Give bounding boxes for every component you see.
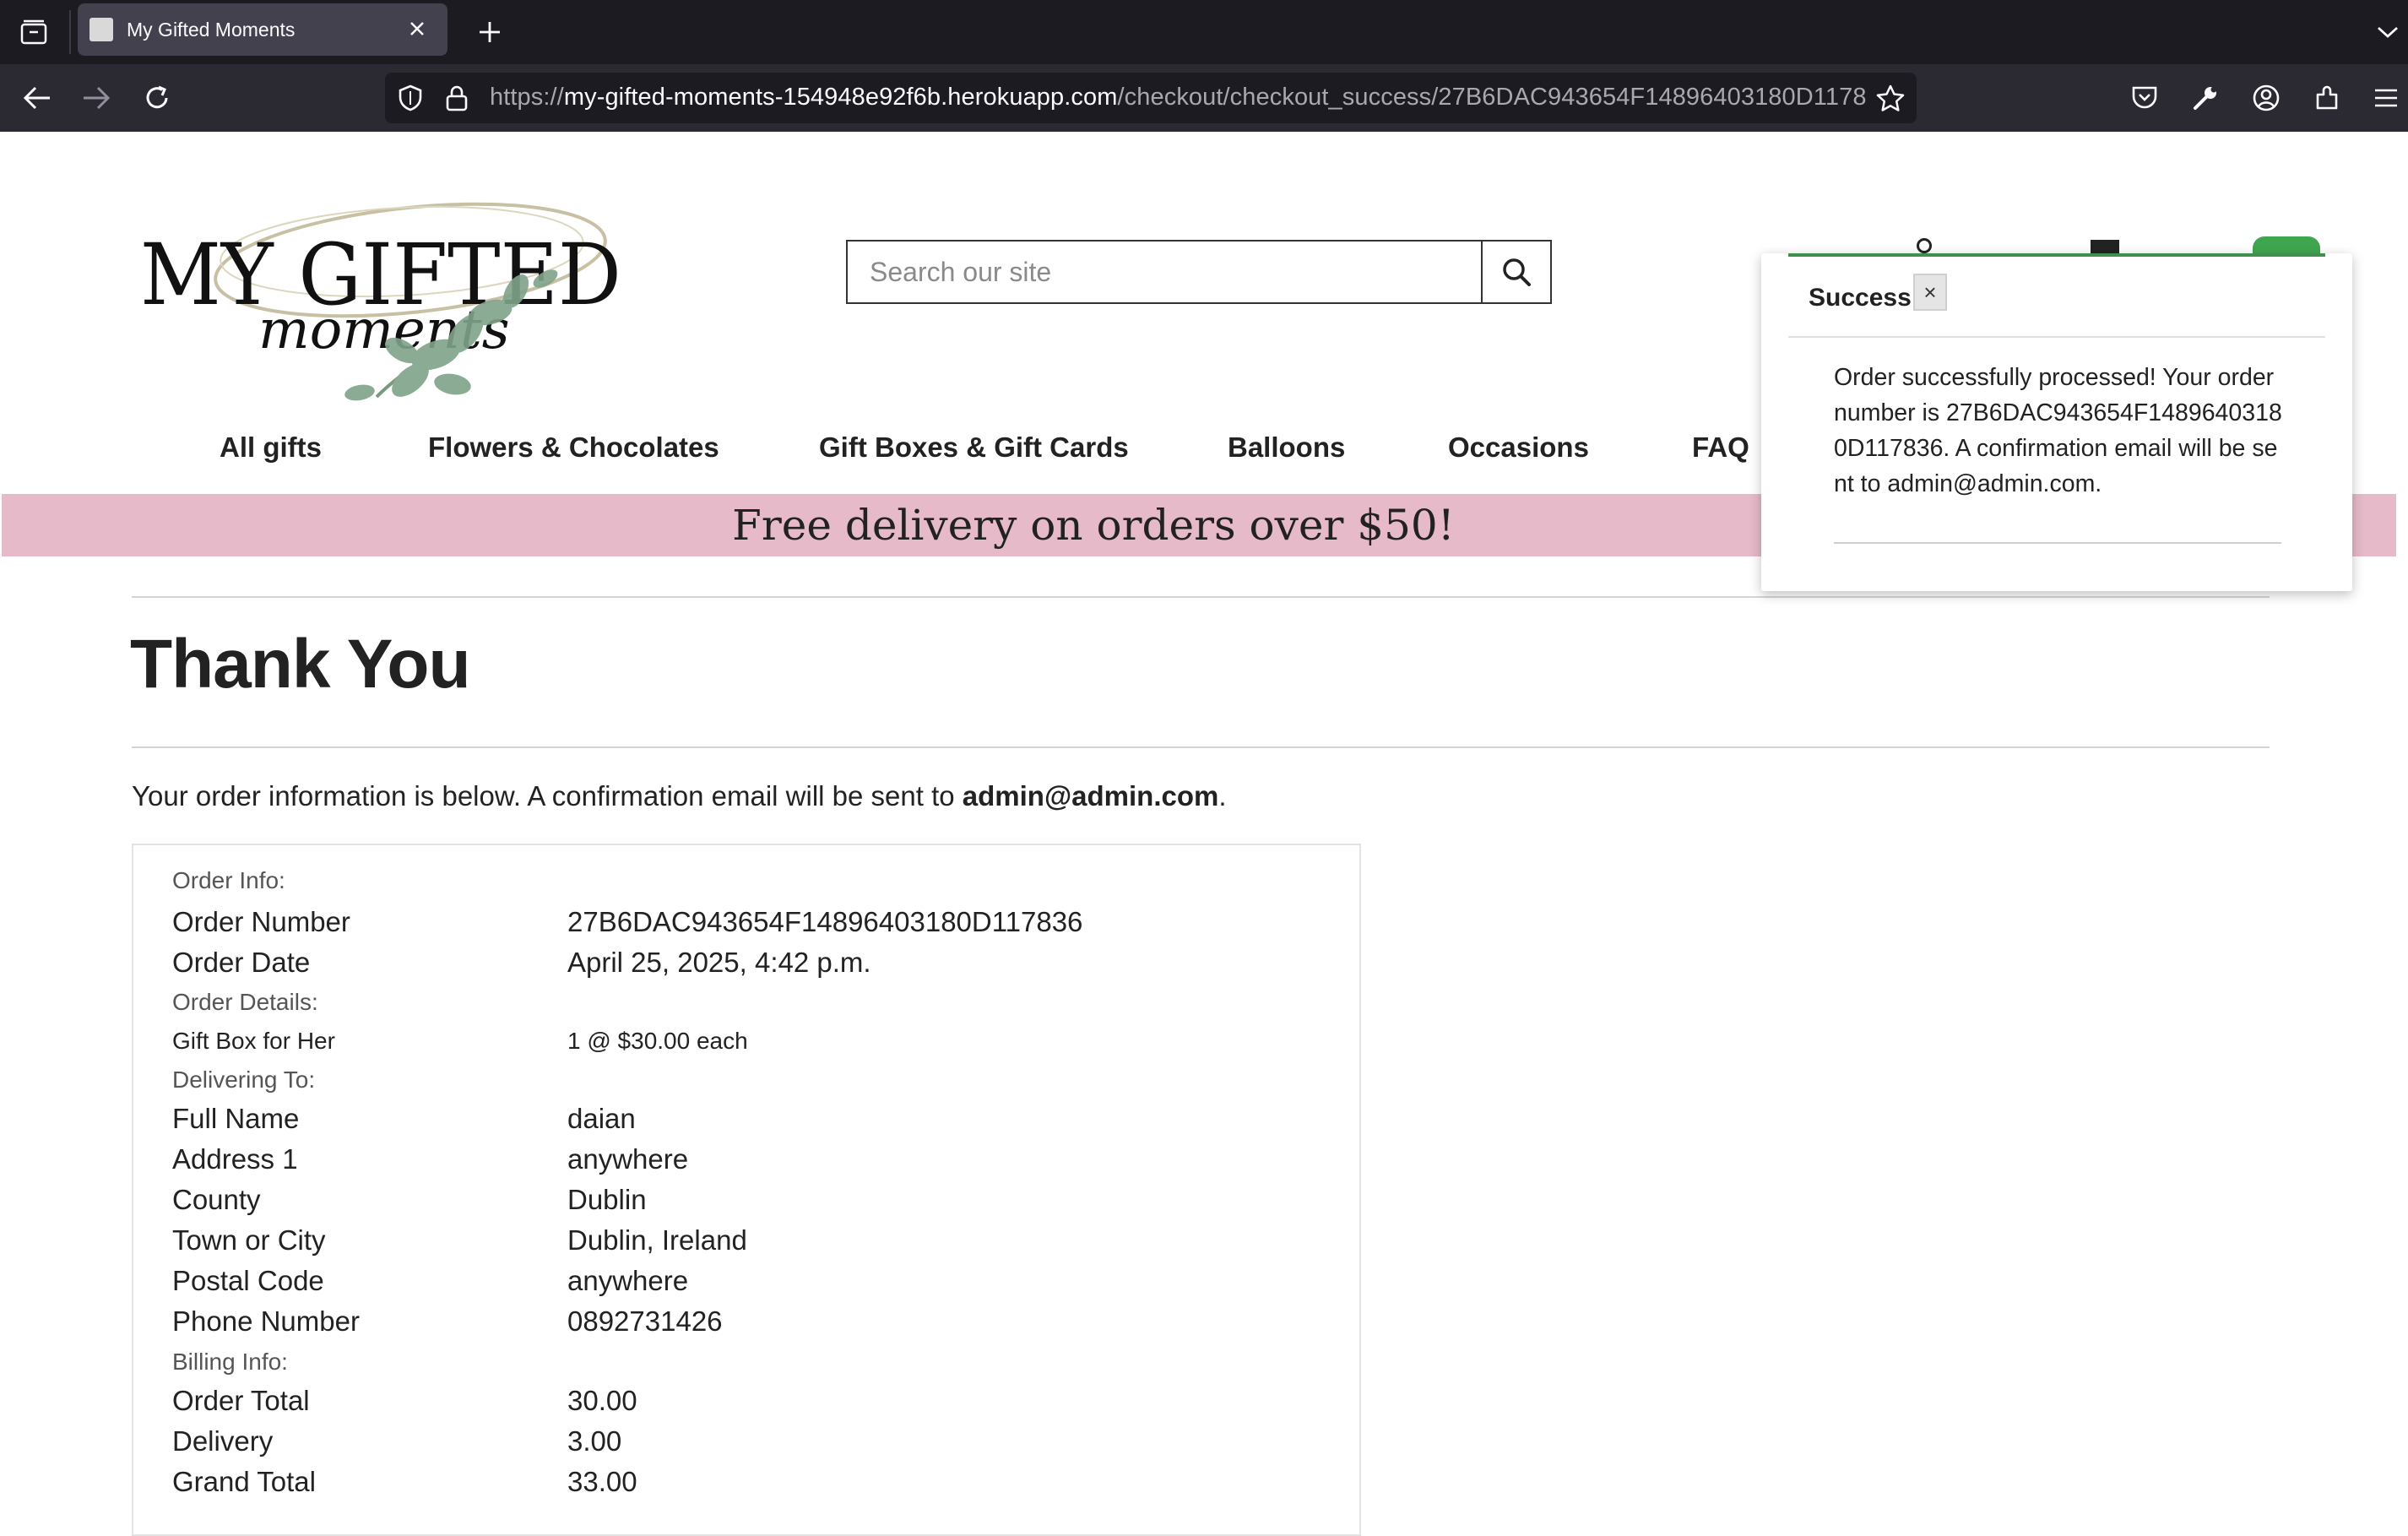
tab-title: My Gifted Moments — [127, 19, 296, 41]
bag-total-badge[interactable] — [2253, 236, 2320, 255]
active-tab[interactable]: My Gifted Moments — [78, 3, 447, 56]
chevron-down-icon[interactable] — [2367, 12, 2408, 52]
address-bar[interactable]: https://my-gifted-moments-154948e92f6b.h… — [385, 73, 1917, 123]
order-summary: Order Info: Order Number 27B6DAC943654F14… — [132, 844, 1361, 1536]
order-date: April 25, 2025, 4:42 p.m. — [567, 947, 871, 978]
site-logo[interactable]: MY GIFTED moments — [132, 152, 672, 405]
bookmark-star-icon[interactable] — [1866, 84, 1905, 116]
nav-link-faq[interactable]: FAQ — [1692, 431, 1749, 464]
nav-link-gift-boxes[interactable]: Gift Boxes & Gift Cards — [819, 431, 1129, 464]
divider — [132, 596, 2270, 598]
tracking-shield-icon[interactable] — [397, 84, 424, 116]
nav-link-balloons[interactable]: Balloons — [1228, 431, 1345, 464]
divider — [132, 746, 2270, 748]
success-toast: Success! × Order successfully processed!… — [1761, 253, 2352, 591]
toast-title: Success! — [1809, 284, 1920, 312]
toast-message: Order successfully processed! Your order… — [1834, 364, 2282, 497]
header-icons — [1790, 230, 2339, 255]
wrench-icon[interactable] — [2183, 76, 2227, 120]
tab-separator — [69, 10, 71, 54]
search-form — [846, 240, 1552, 304]
nav-link-flowers-chocolates[interactable]: Flowers & Chocolates — [428, 431, 719, 464]
promo-text: Free delivery on orders over $50! — [732, 501, 1455, 550]
order-number: 27B6DAC943654F14896403180D117836 — [567, 906, 1083, 937]
reload-icon[interactable] — [135, 76, 179, 120]
url-text[interactable]: https://my-gifted-moments-154948e92f6b.h… — [490, 84, 1894, 111]
page-title: Thank You — [130, 626, 471, 703]
intro-email: admin@admin.com — [962, 780, 1219, 811]
lock-icon[interactable] — [444, 84, 469, 116]
search-input[interactable] — [848, 242, 1484, 302]
new-tab-icon[interactable] — [469, 12, 510, 52]
toast-close-button[interactable]: × — [1913, 274, 1947, 311]
close-tab-icon[interactable] — [402, 14, 432, 44]
extensions-icon[interactable] — [2305, 76, 2349, 120]
favicon-icon — [89, 18, 113, 41]
tab-list-icon[interactable] — [14, 12, 54, 52]
search-button[interactable] — [1481, 242, 1550, 302]
search-icon — [1503, 258, 1531, 286]
toast-accent-bar — [1788, 253, 2325, 257]
browser-nav-bar: https://my-gifted-moments-154948e92f6b.h… — [0, 64, 2408, 132]
forward-arrow-icon[interactable] — [74, 76, 118, 120]
menu-icon[interactable] — [2364, 76, 2408, 120]
account-icon[interactable] — [2244, 76, 2288, 120]
nav-link-all-gifts[interactable]: All gifts — [220, 431, 322, 464]
back-arrow-icon[interactable] — [15, 76, 59, 120]
browser-tab-bar: My Gifted Moments — [0, 0, 2408, 64]
pocket-icon[interactable] — [2123, 76, 2167, 120]
intro-text: Your order information is below. A confi… — [132, 780, 1227, 811]
my-account-icon[interactable] — [1917, 238, 1932, 253]
nav-link-occasions[interactable]: Occasions — [1448, 431, 1589, 464]
toast-divider — [1834, 542, 2281, 544]
toast-divider — [1788, 336, 2325, 338]
